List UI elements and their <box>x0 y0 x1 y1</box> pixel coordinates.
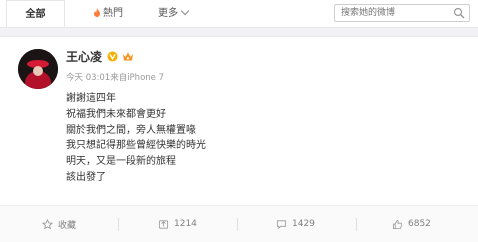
weibo-post-card: 王心凌 今天 03:01来自iPhone 7 謝謝這四年 祝福我們未來都會更好 … <box>0 36 478 242</box>
repost-icon <box>158 219 169 229</box>
chevron-down-icon <box>180 6 190 16</box>
tab-more[interactable]: 更多 <box>150 0 196 27</box>
repost-button[interactable]: 1214 <box>158 206 197 242</box>
post-content: 謝謝這四年 祝福我們未來都會更好 關於我們之間，旁人無權置喙 我只想記得那些曾經… <box>66 91 206 186</box>
divider <box>118 218 119 231</box>
post-meta[interactable]: 今天 03:01来自iPhone 7 <box>66 71 164 83</box>
tab-hot[interactable]: 熱門 <box>88 0 128 27</box>
thumbs-up-icon <box>392 219 403 229</box>
post-header: 王心凌 <box>66 48 134 64</box>
post-line: 祝福我們未來都會更好 <box>66 108 166 120</box>
comment-button[interactable]: 1429 <box>276 206 315 242</box>
tab-hot-label: 熱門 <box>103 8 123 19</box>
like-button[interactable]: 6852 <box>392 206 431 242</box>
post-line: 該出發了 <box>66 171 106 183</box>
post-line: 關於我們之間，旁人無權置喙 <box>66 124 196 136</box>
comment-count: 1429 <box>292 219 315 229</box>
search-box <box>334 4 470 22</box>
vip-crown-icon[interactable] <box>122 51 134 62</box>
divider <box>237 218 238 231</box>
repost-count: 1214 <box>174 219 197 229</box>
post-line: 我只想記得那些曾經快樂的時光 <box>66 140 206 152</box>
fire-icon <box>94 8 100 17</box>
search-input[interactable] <box>341 5 449 21</box>
comment-icon <box>276 219 287 229</box>
tab-all-label: 全部 <box>25 9 46 20</box>
verified-v-icon[interactable] <box>107 50 118 62</box>
like-count: 6852 <box>408 219 431 229</box>
post-action-bar: 收藏 1214 1429 6852 <box>0 205 478 242</box>
post-line: 明天，又是一段新的旅程 <box>66 156 176 168</box>
favorite-label: 收藏 <box>58 220 77 231</box>
username-link[interactable]: 王心凌 <box>66 48 102 65</box>
tab-bar: 全部 熱門 更多 <box>0 0 478 28</box>
avatar-image <box>18 49 58 89</box>
tab-more-label: 更多 <box>158 8 178 19</box>
favorite-button[interactable]: 收藏 <box>42 206 76 242</box>
star-icon <box>42 218 53 229</box>
avatar[interactable] <box>18 49 58 89</box>
post-line: 謝謝這四年 <box>66 93 116 104</box>
search-icon[interactable] <box>453 7 465 19</box>
divider <box>356 218 357 231</box>
tab-all[interactable]: 全部 <box>6 0 65 27</box>
